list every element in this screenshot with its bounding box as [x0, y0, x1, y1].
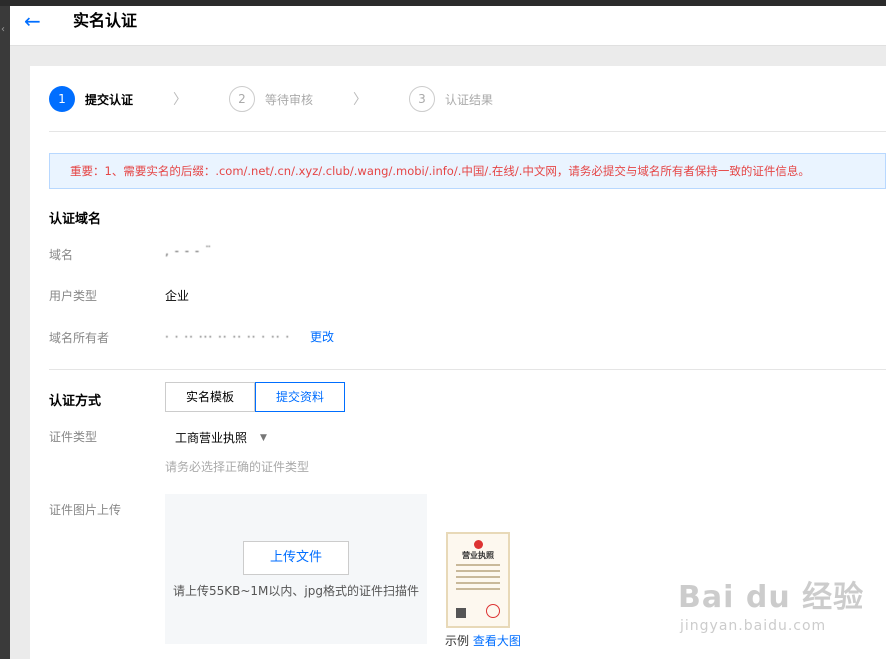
- important-notice: 重要：1、需要实名的后缀：.com/.net/.cn/.xyz/.club/.w…: [49, 153, 886, 189]
- sample-license-title: 营业执照: [462, 551, 494, 560]
- domain-value: , - - - ¨: [165, 244, 212, 258]
- back-arrow-icon[interactable]: ←: [24, 9, 41, 33]
- main-panel: 1 提交认证 〉 2 等待审核 〉 3 认证结果 重要：1、需要实名的后缀：.c…: [30, 66, 886, 659]
- owner-value: · · ·· ··· ·· ·· ·· · ·· · 更改: [165, 328, 334, 345]
- owner-label: 域名所有者: [49, 331, 110, 345]
- step-2-label: 等待审核: [265, 92, 314, 107]
- cert-type-select[interactable]: 工商营业执照 ▼: [165, 428, 275, 448]
- watermark-logo: Bai du 经验: [678, 580, 865, 615]
- view-large-image-link[interactable]: 查看大图: [473, 634, 521, 648]
- step-1: 1 提交认证: [49, 86, 133, 112]
- divider: [49, 131, 886, 132]
- chevron-left-icon[interactable]: ‹: [1, 24, 5, 35]
- emblem-icon: [474, 540, 483, 549]
- domain-section-title: 认证域名: [49, 212, 102, 227]
- cert-type-label: 证件类型: [49, 430, 98, 444]
- sample-caption-text: 示例: [445, 634, 470, 648]
- domain-label: 域名: [49, 248, 74, 262]
- step-2-number: 2: [229, 86, 255, 112]
- divider: [49, 369, 886, 370]
- method-tabs: 实名模板 提交资料: [165, 382, 346, 412]
- step-2: 2 等待审核: [229, 86, 313, 112]
- owner-value-text: · · ·· ··· ·· ·· ·· · ·· ·: [165, 330, 291, 344]
- user-type-value: 企业: [165, 289, 190, 303]
- page-header: ← 实名认证: [10, 6, 886, 46]
- step-3: 3 认证结果: [409, 86, 493, 112]
- sample-caption: 示例 查看大图: [445, 632, 521, 649]
- upload-label: 证件图片上传: [49, 503, 122, 517]
- step-3-label: 认证结果: [445, 92, 494, 107]
- step-separator-icon: 〉: [353, 92, 367, 108]
- upload-file-button[interactable]: 上传文件: [243, 541, 349, 575]
- user-type-label: 用户类型: [49, 289, 98, 303]
- change-owner-link[interactable]: 更改: [310, 330, 334, 344]
- cert-type-hint: 请务必选择正确的证件类型: [165, 460, 310, 474]
- caret-down-icon: ▼: [260, 433, 267, 443]
- baidu-jingyan-watermark: Bai du 经验 jingyan.baidu.com: [678, 572, 864, 634]
- step-1-number: 1: [49, 86, 75, 112]
- qr-code-icon: [456, 608, 466, 618]
- step-3-number: 3: [409, 86, 435, 112]
- method-section-title: 认证方式: [49, 394, 102, 409]
- sample-license-image: 营业执照: [446, 532, 510, 628]
- tab-real-name-template[interactable]: 实名模板: [165, 382, 256, 412]
- page-title: 实名认证: [73, 11, 138, 30]
- upload-tip: 请上传55KB~1M以内、jpg格式的证件扫描件: [173, 584, 419, 598]
- watermark-url: jingyan.baidu.com: [680, 618, 827, 634]
- tab-submit-documents[interactable]: 提交资料: [255, 382, 346, 412]
- seal-icon: [486, 604, 500, 618]
- step-separator-icon: 〉: [173, 92, 187, 108]
- upload-area[interactable]: 上传文件 请上传55KB~1M以内、jpg格式的证件扫描件: [165, 494, 427, 644]
- cert-type-value: 工商营业执照: [175, 431, 248, 445]
- left-collapse-strip[interactable]: ‹: [0, 6, 10, 659]
- step-1-label: 提交认证: [85, 92, 134, 107]
- domain-value-text: , - - - ¨: [165, 244, 213, 258]
- step-indicator: 1 提交认证 〉 2 等待审核 〉 3 认证结果: [49, 86, 886, 112]
